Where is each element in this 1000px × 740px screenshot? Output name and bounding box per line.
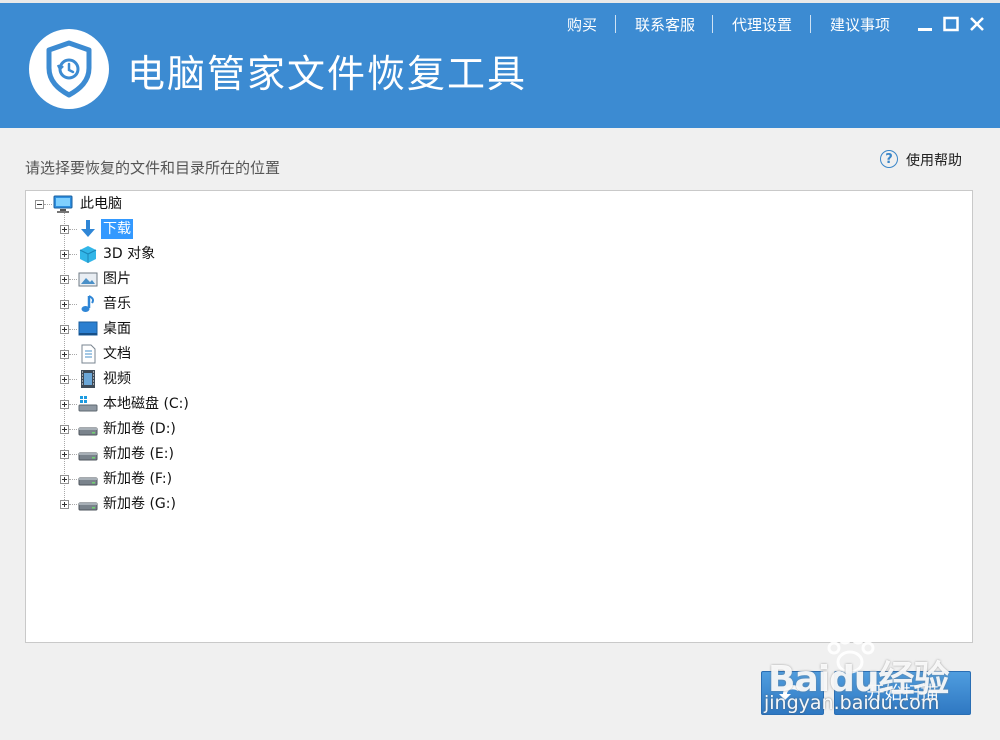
- tree-connector: [69, 404, 77, 405]
- start-scan-button[interactable]: 开始扫描: [834, 671, 971, 715]
- tree-connector: [69, 354, 77, 355]
- computer-icon: [53, 194, 73, 214]
- title-bar: 电脑管家文件恢复工具 购买 联系客服 代理设置 建议事项: [0, 3, 1000, 128]
- suggestions-link[interactable]: 建议事项: [830, 14, 890, 35]
- expand-toggle-icon[interactable]: [60, 475, 69, 484]
- video-icon: [78, 369, 98, 389]
- contact-support-link[interactable]: 联系客服: [635, 14, 695, 35]
- tree-connector: [69, 504, 77, 505]
- drive-icon: [78, 494, 98, 514]
- tree-node-label[interactable]: 3D 对象: [101, 244, 157, 264]
- drive-icon: [78, 444, 98, 464]
- expand-toggle-icon[interactable]: [60, 375, 69, 384]
- tree-connector: [69, 229, 77, 230]
- tree-node-this-pc[interactable]: 此电脑: [78, 194, 124, 214]
- location-prompt: 请选择要恢复的文件和目录所在的位置: [25, 159, 281, 177]
- expand-toggle-icon[interactable]: [60, 350, 69, 359]
- tree-node-label[interactable]: 新加卷 (G:): [101, 494, 178, 514]
- menu-separator: [615, 15, 616, 33]
- tree-node-label[interactable]: 桌面: [101, 319, 133, 339]
- tree-connector: [69, 329, 77, 330]
- download-arrow-icon: [78, 219, 98, 239]
- minimize-icon[interactable]: [916, 15, 934, 33]
- close-icon[interactable]: [968, 15, 986, 33]
- tree-connector: [69, 479, 77, 480]
- buy-link[interactable]: 购买: [567, 14, 597, 35]
- system-drive-icon: [78, 394, 98, 414]
- tree-node-label[interactable]: 音乐: [101, 294, 133, 314]
- collapse-toggle-icon[interactable]: [35, 200, 44, 209]
- expand-toggle-icon[interactable]: [60, 450, 69, 459]
- help-label: 使用帮助: [906, 153, 962, 169]
- tree-node-label[interactable]: 本地磁盘 (C:): [101, 394, 191, 414]
- tree-connector: [69, 429, 77, 430]
- proxy-settings-link[interactable]: 代理设置: [732, 14, 792, 35]
- picture-icon: [78, 269, 98, 289]
- desktop-icon: [78, 319, 98, 339]
- shield-clock-logo-icon: [29, 29, 109, 109]
- folder-tree[interactable]: 此电脑 下载 3D 对象图片音乐桌面文档视频本地磁盘 (C:) 新加卷 (D:) 新加…: [25, 190, 973, 643]
- document-icon: [78, 344, 98, 364]
- menu-separator: [810, 15, 811, 33]
- drive-icon: [78, 419, 98, 439]
- tree-connector: [69, 254, 77, 255]
- app-title: 电脑管家文件恢复工具: [127, 52, 528, 96]
- music-note-icon: [78, 294, 98, 314]
- tree-node-label[interactable]: 视频: [101, 369, 133, 389]
- expand-toggle-icon[interactable]: [60, 300, 69, 309]
- tree-node-label[interactable]: 新加卷 (F:): [101, 469, 174, 489]
- expand-toggle-icon[interactable]: [60, 225, 69, 234]
- menu-separator: [712, 15, 713, 33]
- expand-toggle-icon[interactable]: [60, 275, 69, 284]
- maximize-icon[interactable]: [942, 15, 960, 33]
- tree-connector: [44, 204, 52, 205]
- tree-connector: [69, 454, 77, 455]
- expand-toggle-icon[interactable]: [60, 500, 69, 509]
- 3d-cube-icon: [78, 244, 98, 264]
- back-button[interactable]: [761, 671, 824, 715]
- tree-connector: [69, 379, 77, 380]
- tree-node-label[interactable]: 新加卷 (E:): [101, 444, 176, 464]
- tree-node-label[interactable]: 文档: [101, 344, 133, 364]
- drive-icon: [78, 469, 98, 489]
- tree-connector: [69, 279, 77, 280]
- tree-node-label[interactable]: 图片: [101, 269, 133, 289]
- expand-toggle-icon[interactable]: [60, 250, 69, 259]
- expand-toggle-icon[interactable]: [60, 425, 69, 434]
- tree-node-label[interactable]: 新加卷 (D:): [101, 419, 178, 439]
- expand-toggle-icon[interactable]: [60, 325, 69, 334]
- question-icon: ?: [880, 150, 898, 168]
- tree-node-label[interactable]: 下载: [101, 219, 133, 239]
- expand-toggle-icon[interactable]: [60, 400, 69, 409]
- tree-connector: [69, 304, 77, 305]
